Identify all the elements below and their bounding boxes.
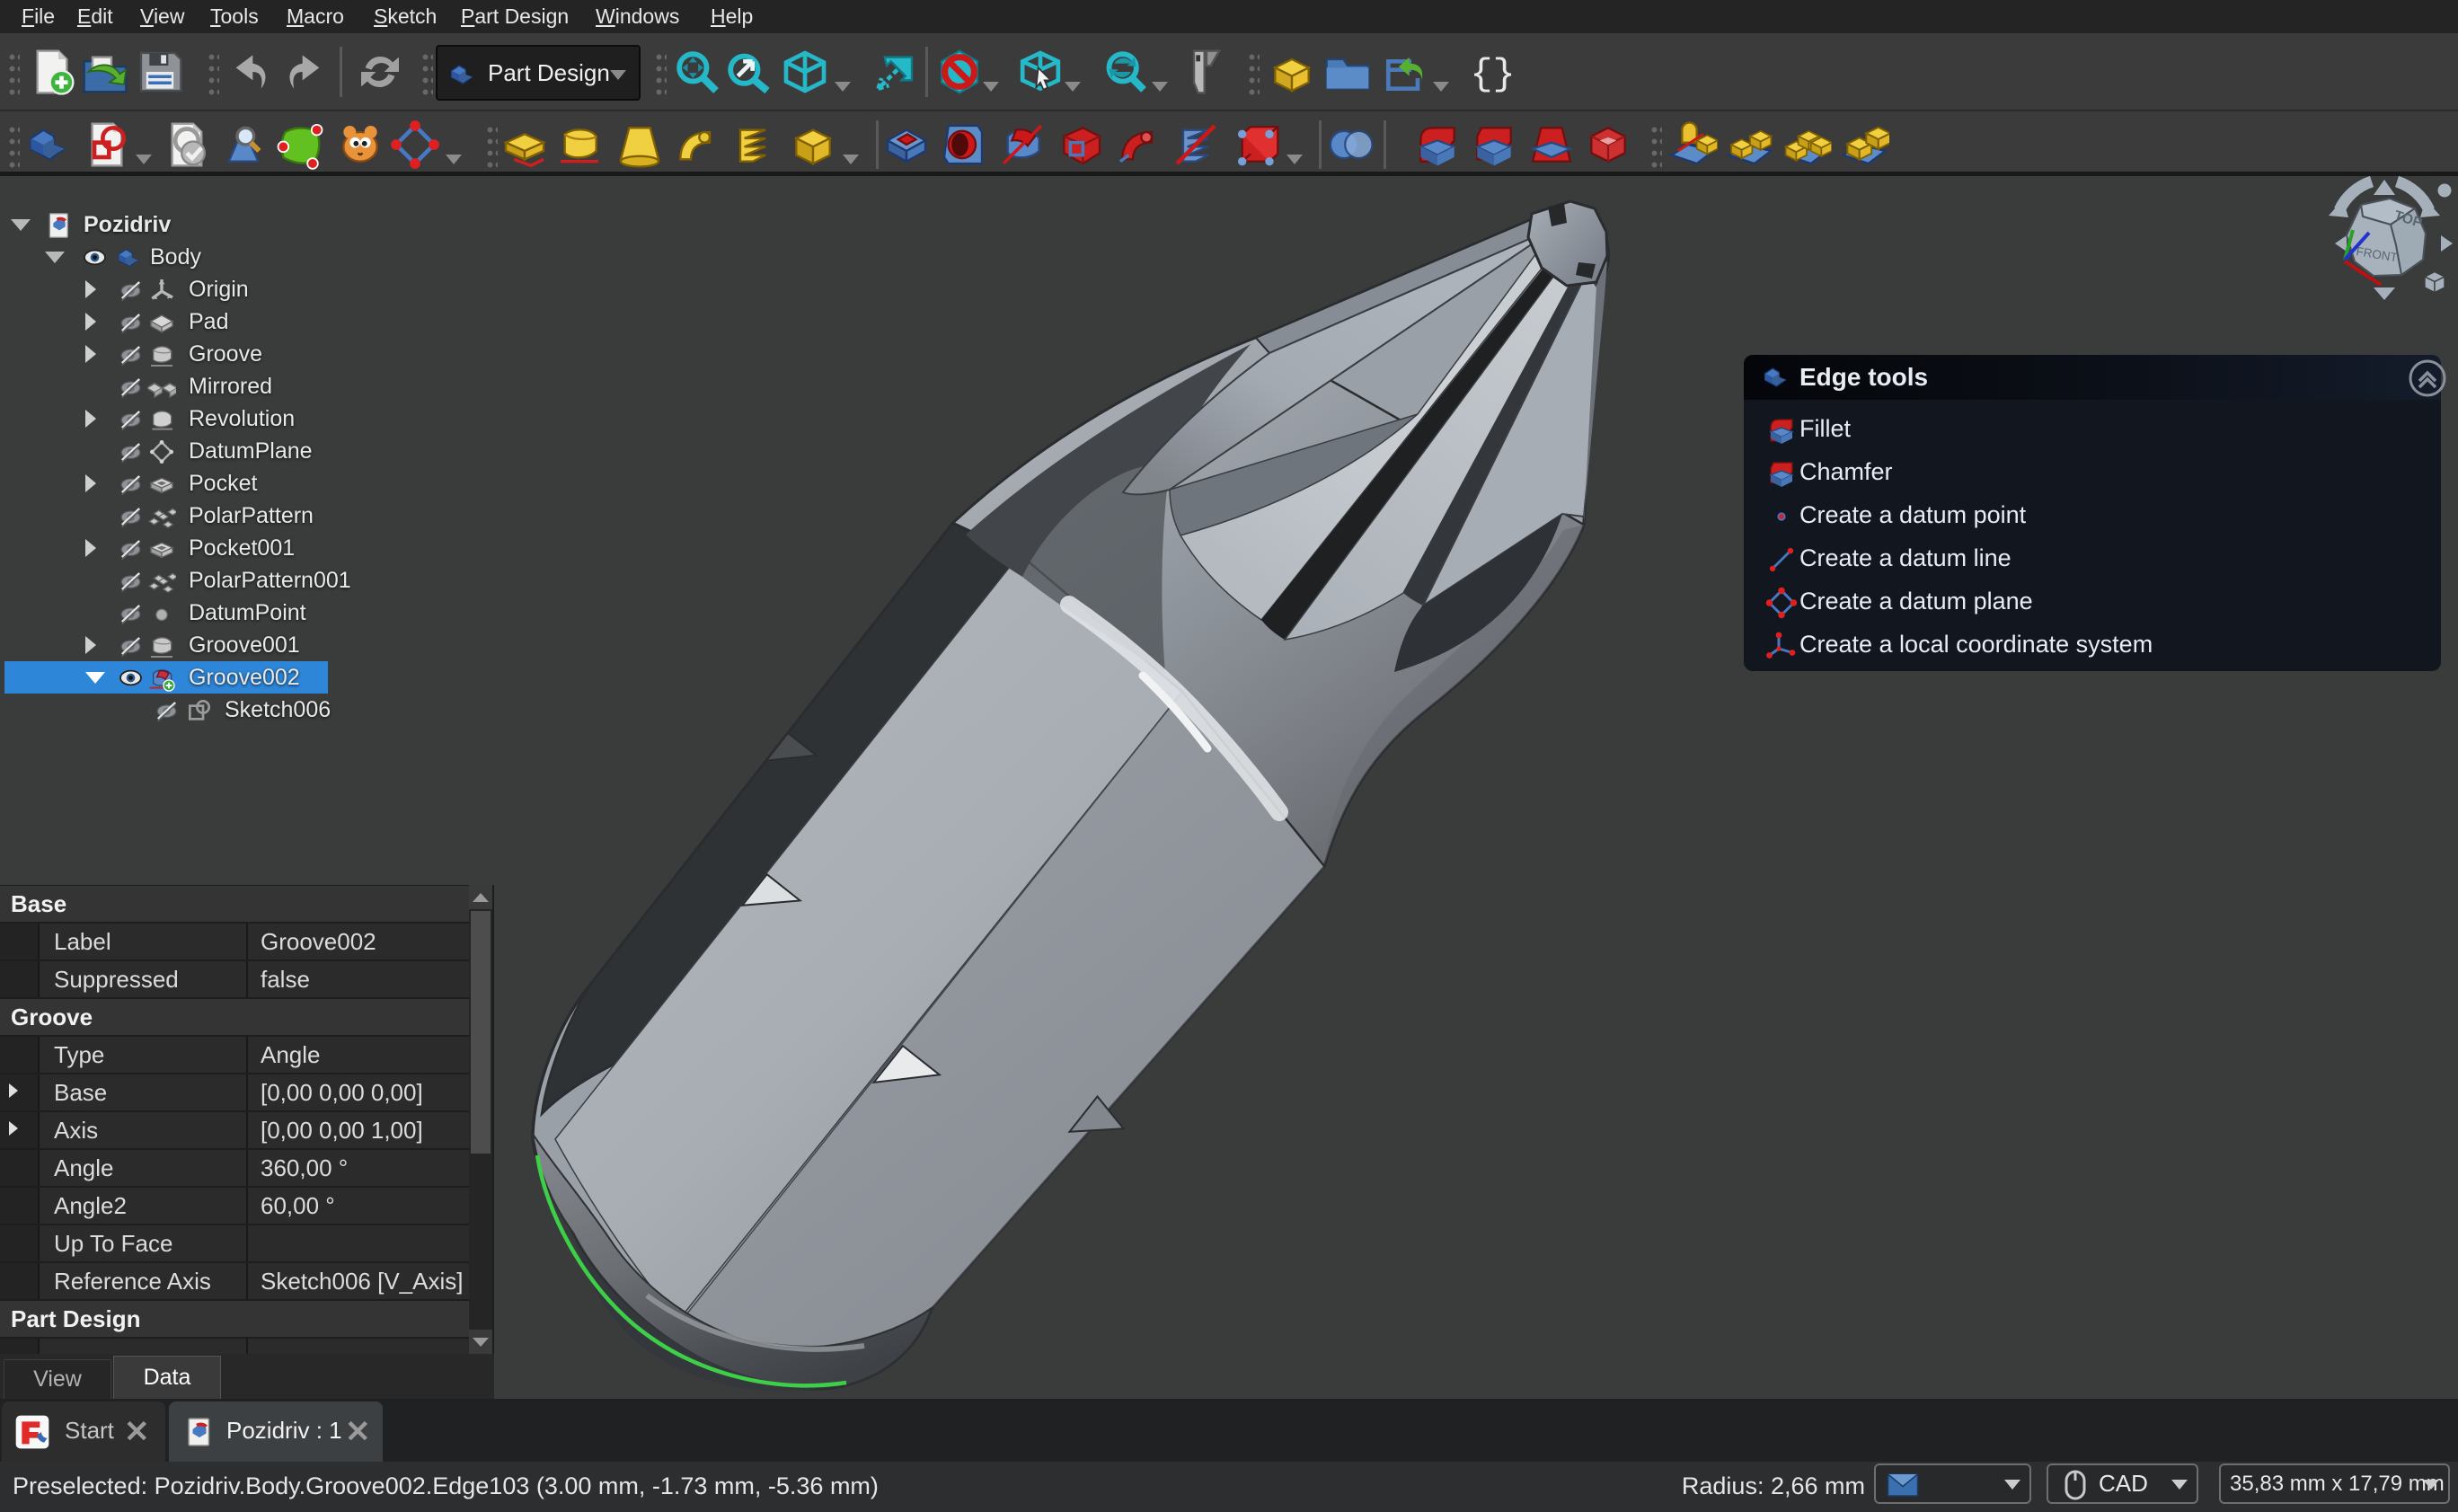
svg-text:{}: {}	[1470, 53, 1512, 96]
